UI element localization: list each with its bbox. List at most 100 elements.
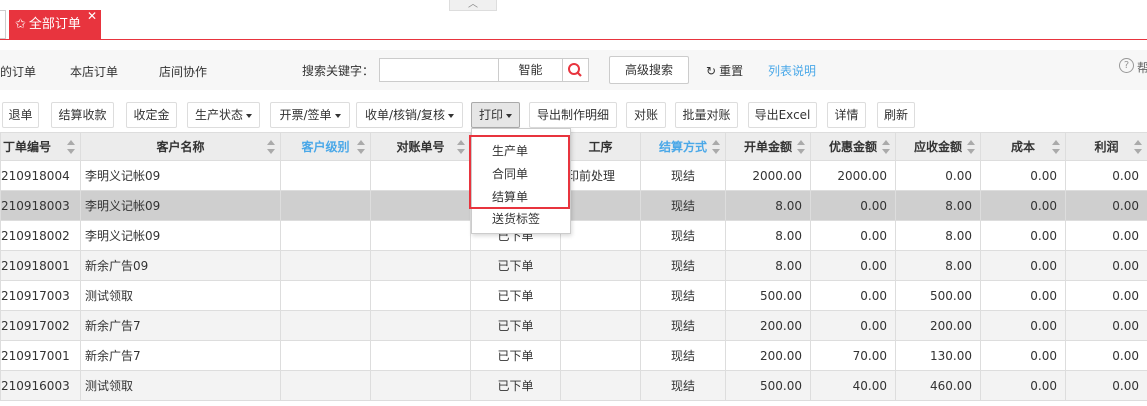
col-header-label: 应收金额 <box>913 140 962 154</box>
cell-order-no: 210918001 <box>0 250 81 281</box>
search-icon <box>568 63 582 77</box>
cell-receivable: 8.00 <box>895 190 981 221</box>
cell-order-amount: 500.00 <box>725 370 811 401</box>
reset-button[interactable]: ↻ 重置 <box>706 62 743 79</box>
table-header-row: 丁单编号 客户名称 客户级别 对账单号 状态 工序 结算方式 开单金额 优惠金额… <box>0 132 1147 161</box>
cell-cost: 0.00 <box>980 250 1066 281</box>
caret-down-icon <box>448 113 455 118</box>
col-header-settlement[interactable]: 结算方式 <box>640 132 726 161</box>
batch-reconcile-button[interactable]: 批量对账 <box>675 102 738 128</box>
nav-my-orders[interactable]: 的订单 <box>0 63 36 80</box>
star-icon: ✩ <box>15 17 26 32</box>
cell-customer: 李明义记帐09 <box>80 220 281 251</box>
cell-discount: 2000.00 <box>810 160 896 191</box>
tab-label: 全部订单 <box>28 17 81 32</box>
cell-receivable: 200.00 <box>895 310 981 341</box>
col-header-order-amount[interactable]: 开单金额 <box>725 132 811 161</box>
nav-inter-store[interactable]: 店间协作 <box>159 63 207 80</box>
help-icon[interactable]: ? <box>1119 58 1134 73</box>
tab-all-orders[interactable]: ✩ 全部订单 ✕ <box>9 9 101 39</box>
col-header-discount[interactable]: 优惠金额 <box>810 132 896 161</box>
col-header-label: 优惠金额 <box>828 140 877 154</box>
table-row[interactable]: 210917002 新余广告7 已下单 现结 200.00 0.00 200.00 0.00 0… <box>0 310 1147 341</box>
settle-button[interactable]: 结算收款 <box>51 102 114 128</box>
reconcile-button[interactable]: 对账 <box>626 102 666 128</box>
cell-level <box>280 280 371 311</box>
col-header-order-no[interactable]: 丁单编号 <box>0 132 81 161</box>
tab-previous[interactable] <box>0 10 6 39</box>
caret-down-icon <box>246 113 252 118</box>
cell-customer: 李明义记帐09 <box>80 190 281 221</box>
table-row[interactable]: 210918004 李明义记帐09 印前处理 现结 2000.00 2000.00 0.00… <box>0 160 1147 191</box>
col-header-cost[interactable]: 成本 <box>980 132 1066 161</box>
search-mode-select[interactable]: 智能 <box>499 58 563 82</box>
cell-level <box>280 370 371 401</box>
cell-discount: 40.00 <box>810 370 896 401</box>
help-text[interactable]: 帮 <box>1137 59 1147 76</box>
cell-status: 已下单 <box>470 250 561 281</box>
col-header-customer-level[interactable]: 客户级别 <box>280 132 371 161</box>
cell-customer: 新余广告7 <box>80 340 281 371</box>
col-header-receivable[interactable]: 应收金额 <box>895 132 981 161</box>
cell-receivable: 0.00 <box>895 160 981 191</box>
cell-receivable: 460.00 <box>895 370 981 401</box>
col-header-label: 结算方式 <box>658 140 707 154</box>
receipt-button[interactable]: 收单/核销/复核 <box>356 102 463 128</box>
collapse-handle[interactable]: ︿ <box>449 0 497 11</box>
col-header-process[interactable]: 工序 <box>560 132 641 161</box>
col-header-label: 丁单编号 <box>3 140 52 154</box>
cell-receivable: 130.00 <box>895 340 981 371</box>
cell-process <box>560 370 641 401</box>
col-header-customer[interactable]: 客户名称 <box>80 132 281 161</box>
cell-level <box>280 340 371 371</box>
cell-profit: 0.00 <box>1065 250 1147 281</box>
menu-item-delivery-label[interactable]: 送货标签 <box>492 210 540 227</box>
table-row[interactable]: 210917003 测试领取 已下单 现结 500.00 0.00 500.00 0.00 0.… <box>0 280 1147 311</box>
refund-button[interactable]: 退单 <box>2 102 39 128</box>
cell-settlement: 现结 <box>640 280 726 311</box>
cell-order-no: 210917001 <box>0 340 81 371</box>
cell-settlement: 现结 <box>640 250 726 281</box>
detail-button[interactable]: 详情 <box>827 102 866 128</box>
refresh-button[interactable]: 刷新 <box>877 102 915 128</box>
table-row[interactable]: 210918003 李明义记帐09 现结 8.00 0.00 8.00 0.00 0.00 <box>0 190 1147 221</box>
table-row[interactable]: 210916003 测试领取 已下单 现结 500.00 40.00 460.00 0.00 0… <box>0 370 1147 401</box>
search-button[interactable] <box>563 58 589 82</box>
cell-level <box>280 220 371 251</box>
sort-icon <box>712 140 720 154</box>
invoice-button[interactable]: 开票/签单 <box>270 102 350 128</box>
sort-icon <box>797 140 805 154</box>
print-button[interactable]: 打印 <box>471 102 520 128</box>
cell-status: 已下单 <box>470 370 561 401</box>
cell-status: 已下单 <box>470 280 561 311</box>
col-header-label: 利润 <box>1094 140 1119 154</box>
cell-discount: 70.00 <box>810 340 896 371</box>
table-row[interactable]: 210918001 新余广告09 已下单 现结 8.00 0.00 8.00 0.00 0.00 <box>0 250 1147 281</box>
cell-profit: 0.00 <box>1065 280 1147 311</box>
cell-customer: 测试领取 <box>80 280 281 311</box>
close-icon[interactable]: ✕ <box>87 2 97 31</box>
cell-customer: 新余广告09 <box>80 250 281 281</box>
production-status-button[interactable]: 生产状态 <box>187 102 260 128</box>
cell-profit: 0.00 <box>1065 310 1147 341</box>
deposit-button[interactable]: 收定金 <box>126 102 177 128</box>
cell-statement <box>370 250 471 281</box>
toolbar: 退单 结算收款 收定金 生产状态 开票/签单 收单/核销/复核 打印 导出制作明… <box>0 102 1147 128</box>
col-header-profit[interactable]: 利润 <box>1065 132 1147 161</box>
list-help-link[interactable]: 列表说明 <box>768 62 816 79</box>
col-header-label: 客户级别 <box>301 140 350 154</box>
table-row[interactable]: 210918002 李明义记帐09 已下单 现结 8.00 0.00 8.00 0.00 0.0… <box>0 220 1147 251</box>
cell-statement <box>370 280 471 311</box>
table-row[interactable]: 210917001 新余广告7 已下单 现结 200.00 70.00 130.00 0.00… <box>0 340 1147 371</box>
nav-store-orders[interactable]: 本店订单 <box>70 63 118 80</box>
cell-order-no: 210916003 <box>0 370 81 401</box>
export-excel-button[interactable]: 导出Excel <box>748 102 817 128</box>
cell-process: 印前处理 <box>560 160 641 191</box>
cell-order-no: 210917003 <box>0 280 81 311</box>
tab-underline <box>0 39 1147 40</box>
col-header-statement-no[interactable]: 对账单号 <box>370 132 471 161</box>
search-input[interactable] <box>379 58 499 82</box>
advanced-search-button[interactable]: 高级搜索 <box>609 56 689 84</box>
export-detail-button[interactable]: 导出制作明细 <box>529 102 617 128</box>
cell-order-amount: 8.00 <box>725 190 811 221</box>
